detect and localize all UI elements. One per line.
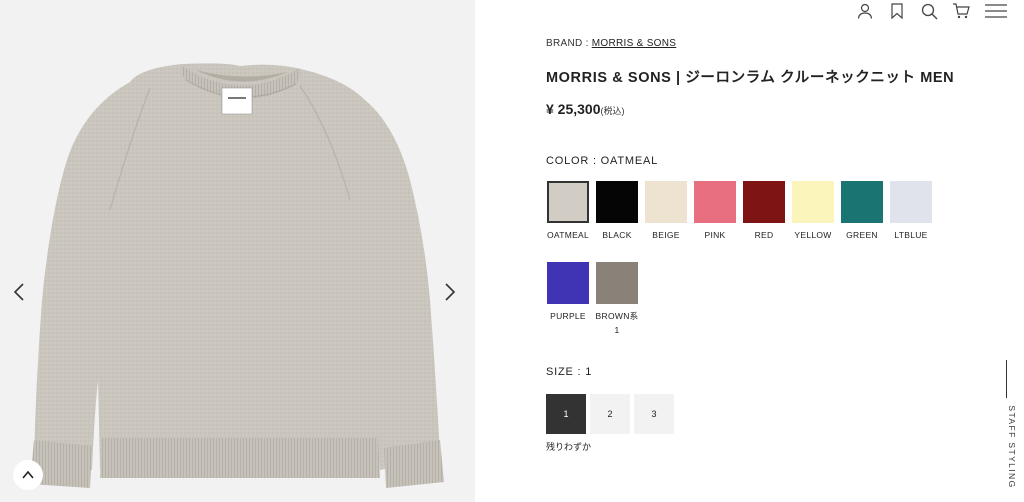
- color-swatch-ltblue[interactable]: LTBLUE: [889, 181, 933, 242]
- swatch-label: YELLOW: [794, 230, 832, 240]
- swatch-chip: [596, 181, 638, 223]
- favorites-button[interactable]: [888, 2, 906, 20]
- color-label: COLOR : OATMEAL: [546, 155, 659, 167]
- color-swatch-pink[interactable]: PINK: [693, 181, 737, 242]
- color-swatch-green[interactable]: GREEN: [840, 181, 884, 242]
- swatch-chip: [547, 181, 589, 223]
- swatch-chip: [743, 181, 785, 223]
- swatch-chip: [792, 181, 834, 223]
- color-swatch-brown[interactable]: BROWN系1: [595, 262, 639, 337]
- swatch-chip: [841, 181, 883, 223]
- user-icon: [857, 3, 873, 19]
- search-button[interactable]: [920, 2, 938, 20]
- swatch-label: LTBLUE: [894, 230, 928, 240]
- swatch-label: GREEN: [846, 230, 878, 240]
- product-image: [30, 63, 444, 488]
- product-title: MORRIS & SONS | ジーロンラム クルーネックニット MEN: [546, 70, 955, 86]
- next-image-button[interactable]: [439, 277, 461, 307]
- size-label: SIZE : 1: [546, 366, 593, 378]
- menu-icon: [985, 4, 1007, 18]
- previous-image-button[interactable]: [8, 277, 30, 307]
- color-swatch-oatmeal[interactable]: OATMEAL: [546, 181, 590, 242]
- brand-line: BRAND : MORRIS & SONS: [546, 38, 676, 49]
- size-option-2[interactable]: 2: [590, 394, 630, 434]
- size-options: 1 2 3: [546, 394, 674, 434]
- stock-status: 残りわずか: [546, 442, 592, 452]
- swatch-chip: [596, 262, 638, 304]
- scroll-to-top-button[interactable]: [13, 460, 43, 490]
- swatch-label: PURPLE: [550, 311, 586, 321]
- price: ¥ 25,300(税込): [546, 101, 625, 119]
- color-swatch-black[interactable]: BLACK: [595, 181, 639, 242]
- chevron-left-icon: [13, 283, 24, 301]
- price-amount: ¥ 25,300: [546, 101, 601, 117]
- swatch-chip: [645, 181, 687, 223]
- swatch-label: BEIGE: [652, 230, 680, 240]
- swatch-label: PINK: [704, 230, 726, 240]
- account-button[interactable]: [856, 2, 874, 20]
- color-swatch-beige[interactable]: BEIGE: [644, 181, 688, 242]
- color-swatch-red[interactable]: RED: [742, 181, 786, 242]
- search-icon: [921, 3, 937, 19]
- header-toolbar: [856, 0, 1008, 22]
- size-option-3[interactable]: 3: [634, 394, 674, 434]
- brand-prefix: BRAND :: [546, 38, 589, 49]
- cart-icon: [953, 3, 970, 19]
- swatch-chip: [890, 181, 932, 223]
- swatch-label: BLACK: [602, 230, 632, 240]
- swatch-label: BROWN系1: [595, 311, 639, 335]
- swatch-chip: [547, 262, 589, 304]
- swatch-label: RED: [754, 230, 774, 240]
- swatch-chip: [694, 181, 736, 223]
- swatch-label: OATMEAL: [546, 230, 590, 240]
- bookmark-icon: [891, 3, 903, 19]
- staff-styling-label[interactable]: STAFF STYLING: [1007, 405, 1017, 489]
- side-divider: [1006, 360, 1007, 398]
- product-image-gallery[interactable]: [0, 0, 475, 502]
- color-swatch-yellow[interactable]: YELLOW: [791, 181, 835, 242]
- chevron-up-icon: [22, 470, 34, 479]
- tax-note: (税込): [600, 106, 625, 116]
- cart-button[interactable]: [952, 2, 970, 20]
- staff-styling-tab[interactable]: STAFF STYLING: [1000, 360, 1024, 502]
- menu-button[interactable]: [984, 2, 1008, 20]
- brand-link[interactable]: MORRIS & SONS: [592, 38, 676, 49]
- size-option-1[interactable]: 1: [546, 394, 586, 434]
- chevron-right-icon: [445, 283, 456, 301]
- color-swatch-purple[interactable]: PURPLE: [546, 262, 590, 323]
